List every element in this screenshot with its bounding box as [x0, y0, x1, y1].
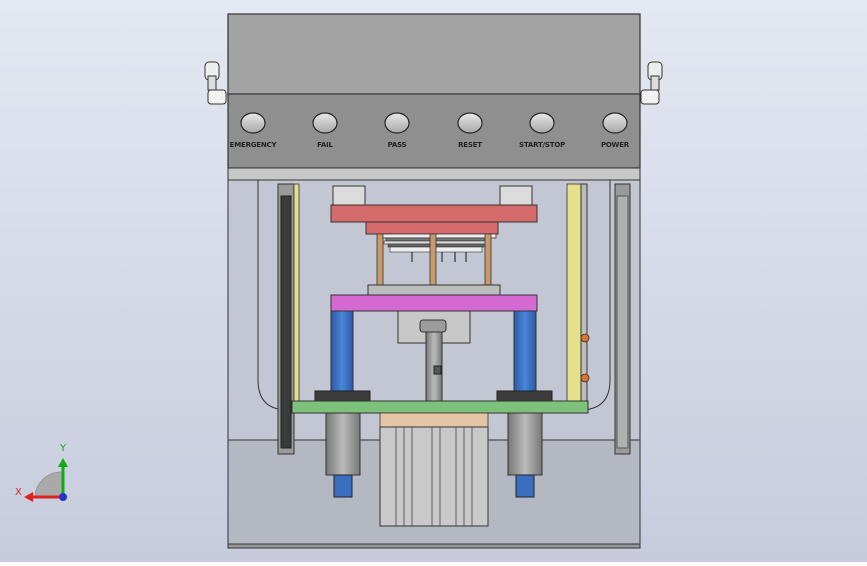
emergency-label: EMERGENCY [229, 141, 277, 149]
power-label: POWER [601, 141, 629, 149]
base-plate [291, 400, 589, 414]
reset-button[interactable] [457, 112, 483, 134]
spacer-block [367, 284, 501, 296]
start-stop-button[interactable] [529, 112, 555, 134]
cad-viewport: EMERGENCY FAIL PASS RESET START/STOP POW… [0, 0, 867, 562]
press-flange [379, 412, 489, 428]
top-housing [227, 13, 641, 181]
power-button[interactable] [602, 112, 628, 134]
reset-label: RESET [458, 141, 482, 149]
middle-plate [330, 294, 538, 312]
emergency-button[interactable] [240, 112, 266, 134]
main-cylinder [379, 426, 489, 527]
pass-button[interactable] [384, 112, 410, 134]
y-axis-label: Y [60, 443, 67, 454]
z-axis-dot [59, 493, 67, 501]
start-stop-label: START/STOP [519, 141, 565, 149]
pass-label: PASS [387, 141, 407, 149]
fail-label: FAIL [317, 141, 333, 149]
fail-button[interactable] [312, 112, 338, 134]
x-axis-label: X [15, 487, 22, 498]
